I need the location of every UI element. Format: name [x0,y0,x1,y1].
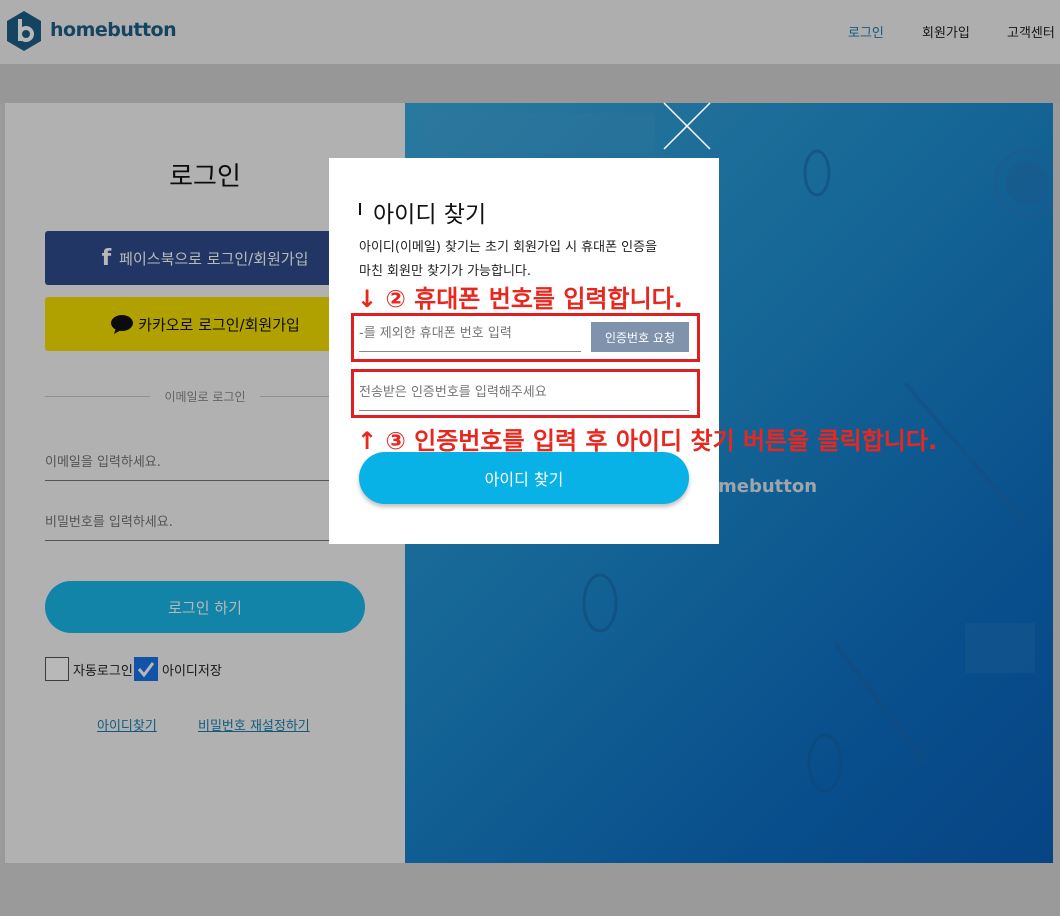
step2-annotation: ↓ ② 휴대폰 번호를 입력합니다. [357,285,683,313]
close-icon[interactable] [662,101,712,151]
code-highlight-box [351,369,700,418]
title-bar-marker [359,203,361,215]
modal-description-line-2: 마친 회원만 찾기가 가능합니다. [359,264,532,279]
find-id-submit-button[interactable]: 아이디 찾기 [359,452,689,504]
modal-title: 아이디 찾기 [373,202,487,228]
phone-highlight-box [351,313,700,362]
modal-description-line-1: 아이디(이메일) 찾기는 초기 회원가입 시 휴대폰 인증을 [359,240,658,255]
step3-annotation: ↑ ③ 인증번호를 입력 후 아이디 찾기 버튼을 클릭합니다. [357,427,938,455]
